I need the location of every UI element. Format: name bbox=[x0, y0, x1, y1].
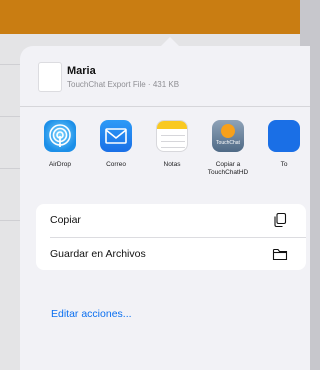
backdrop-divider bbox=[0, 64, 20, 65]
notes-icon bbox=[156, 120, 188, 152]
notes-line bbox=[161, 141, 185, 142]
action-list: Copiar Guardar en Archivos bbox=[36, 204, 306, 270]
backdrop-app-bar bbox=[0, 0, 300, 34]
folder-icon bbox=[272, 246, 288, 262]
share-app-airdrop[interactable]: AirDrop bbox=[28, 116, 92, 202]
backdrop-divider bbox=[0, 168, 20, 169]
touchchat-logo-text: TouchChat bbox=[216, 140, 240, 146]
action-label: Guardar en Archivos bbox=[50, 248, 146, 260]
touchchat-icon: TouchChat bbox=[212, 120, 244, 152]
file-subtitle: TouchChat Export File · 431 KB bbox=[67, 80, 180, 89]
share-app-mail[interactable]: Correo bbox=[84, 116, 148, 202]
share-app-touchchat[interactable]: TouchChat Copiar a TouchChatHD bbox=[196, 116, 260, 202]
backdrop-divider bbox=[0, 116, 20, 117]
share-sheet: Maria TouchChat Export File · 431 KB Air… bbox=[20, 46, 310, 370]
notes-header-strip bbox=[157, 121, 187, 129]
header-divider bbox=[20, 106, 310, 107]
file-title: Maria bbox=[67, 65, 96, 77]
share-app-more[interactable]: To bbox=[252, 116, 310, 202]
app-row: AirDrop Correo Notas TouchChat Copiar a … bbox=[20, 116, 310, 202]
app-label: Notas bbox=[163, 161, 181, 168]
share-header: Maria TouchChat Export File · 431 KB bbox=[20, 46, 310, 100]
notes-line bbox=[161, 135, 185, 136]
action-save-to-files[interactable]: Guardar en Archivos bbox=[36, 238, 306, 271]
mail-icon bbox=[100, 120, 132, 152]
app-label: Correo bbox=[106, 161, 126, 168]
action-label: Copiar bbox=[50, 214, 81, 226]
app-label: Copiar a TouchChatHD bbox=[207, 161, 249, 176]
notes-line bbox=[161, 147, 185, 148]
action-copy[interactable]: Copiar bbox=[36, 204, 306, 237]
document-icon bbox=[38, 62, 62, 92]
share-app-notes[interactable]: Notas bbox=[140, 116, 204, 202]
edit-actions-link[interactable]: Editar acciones... bbox=[51, 308, 132, 320]
airdrop-icon bbox=[44, 120, 76, 152]
copy-icon bbox=[272, 212, 288, 228]
app-icon bbox=[268, 120, 300, 152]
app-label: AirDrop bbox=[48, 161, 72, 168]
touchchat-logo-mark bbox=[221, 124, 235, 138]
backdrop-divider bbox=[0, 220, 20, 221]
app-label: To bbox=[280, 161, 288, 168]
